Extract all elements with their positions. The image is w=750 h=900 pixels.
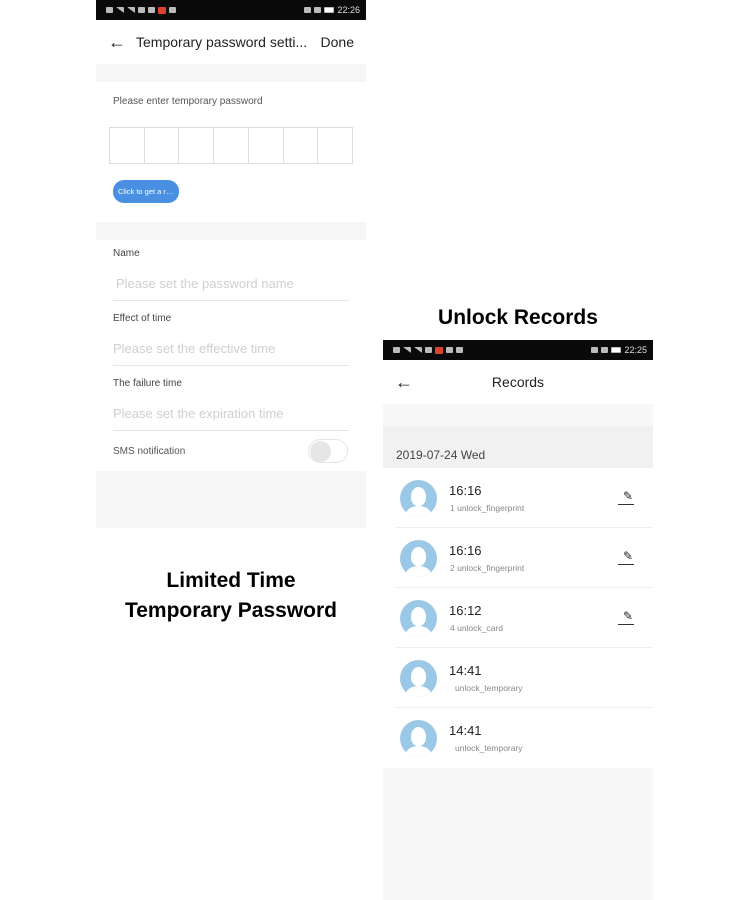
signal-icon — [116, 7, 124, 13]
eye-icon — [591, 347, 599, 353]
password-digit-box[interactable] — [145, 128, 180, 163]
record-time: 14:41 — [449, 723, 482, 738]
sms-notification-row: SMS notification — [113, 431, 349, 471]
wifi-icon — [138, 7, 145, 13]
chat-icon — [148, 7, 155, 13]
record-item[interactable]: 16:16 1 unlock_fingerprint ✎ — [383, 468, 653, 528]
temporary-password-screen: 22:26 ← Temporary password setti... Done… — [96, 0, 366, 560]
date-header: 2019-07-24 Wed — [383, 426, 653, 468]
status-icons-left — [106, 6, 176, 14]
records-list: 16:16 1 unlock_fingerprint ✎ 16:16 2 unl… — [383, 468, 653, 768]
chat-icon — [446, 347, 453, 353]
battery-icon — [611, 347, 622, 353]
nav-bar: ← Temporary password setti... Done — [96, 20, 366, 64]
password-input-boxes[interactable] — [109, 127, 353, 164]
avatar — [400, 599, 437, 637]
caption-line-2: Temporary Password — [124, 599, 338, 622]
record-time: 16:16 — [449, 483, 482, 498]
page-title: Temporary password setti... — [136, 34, 308, 50]
name-label: Name — [113, 248, 140, 259]
password-digit-box[interactable] — [214, 128, 249, 163]
password-digit-box[interactable] — [284, 128, 319, 163]
section-divider — [96, 64, 366, 82]
password-section: Please enter temporary password Click to… — [96, 82, 366, 222]
failure-time-label: The failure time — [113, 378, 182, 389]
password-digit-box[interactable] — [179, 128, 215, 163]
mail-icon — [435, 346, 443, 354]
edit-icon[interactable]: ✎ — [617, 550, 637, 566]
caption-unlock-records: Unlock Records — [438, 306, 598, 329]
status-bar: 22:26 — [96, 0, 366, 20]
record-item[interactable]: 16:12 4 unlock_card ✎ — [383, 588, 653, 648]
edit-icon[interactable]: ✎ — [617, 610, 637, 626]
sim-icon — [106, 7, 113, 13]
app-icon — [169, 7, 176, 13]
record-detail: 2 unlock_fingerprint — [450, 563, 525, 573]
status-icons-left — [393, 346, 463, 354]
record-time: 14:41 — [449, 663, 482, 678]
record-detail: 4 unlock_card — [450, 623, 503, 633]
record-detail: unlock_temporary — [455, 683, 523, 693]
random-password-button[interactable]: Click to get a ran... — [113, 180, 179, 203]
settings-section: Name Effect of time The failure time SMS… — [96, 240, 366, 471]
signal-icon — [414, 347, 422, 353]
empty-area — [96, 471, 366, 528]
record-item[interactable]: 14:41 unlock_temporary — [383, 708, 653, 768]
status-icons-right: 22:26 — [304, 5, 360, 15]
page-title: Records — [491, 374, 545, 390]
app-icon — [456, 347, 463, 353]
password-prompt: Please enter temporary password — [113, 96, 263, 107]
record-detail: 1 unlock_fingerprint — [450, 503, 525, 513]
caption-line-1: Limited Time — [166, 569, 296, 592]
record-time: 16:12 — [449, 603, 482, 618]
avatar — [400, 539, 437, 577]
mail-icon — [158, 6, 166, 14]
nav-bar: ← Records — [383, 360, 653, 404]
effective-time-input[interactable] — [113, 324, 349, 366]
status-bar: 22:25 — [383, 340, 653, 360]
status-icons-right: 22:25 — [591, 345, 647, 355]
eye-icon — [304, 7, 312, 13]
record-time: 16:16 — [449, 543, 482, 558]
status-time: 22:26 — [337, 5, 360, 15]
arrow-left-icon[interactable]: ← — [395, 372, 423, 393]
wifi-icon — [425, 347, 432, 353]
battery-icon — [324, 7, 335, 13]
record-item[interactable]: 14:41 unlock_temporary — [383, 648, 653, 708]
avatar — [400, 479, 437, 517]
record-detail: unlock_temporary — [455, 743, 523, 753]
password-name-input[interactable] — [113, 259, 349, 301]
password-digit-box[interactable] — [110, 128, 145, 163]
alarm-icon — [314, 7, 322, 13]
status-time: 22:25 — [624, 345, 647, 355]
edit-icon[interactable]: ✎ — [617, 490, 637, 506]
signal-icon — [403, 347, 411, 353]
sim-icon — [393, 347, 400, 353]
toggle-knob — [310, 441, 331, 462]
password-digit-box[interactable] — [249, 128, 284, 163]
password-digit-box[interactable] — [318, 128, 352, 163]
expiration-time-input[interactable] — [113, 389, 349, 431]
alarm-icon — [601, 347, 609, 353]
avatar — [400, 659, 437, 697]
done-button[interactable]: Done — [321, 34, 354, 50]
records-screen: 22:25 ← Records 2019-07-24 Wed 16:16 1 u… — [383, 340, 653, 900]
caption-limited-time: Limited Time Temporary Password — [96, 566, 366, 626]
signal-icon — [127, 7, 135, 13]
arrow-left-icon[interactable]: ← — [108, 32, 136, 53]
section-divider — [96, 222, 366, 240]
record-item[interactable]: 16:16 2 unlock_fingerprint ✎ — [383, 528, 653, 588]
effective-time-label: Effect of time — [113, 313, 172, 324]
sms-notification-toggle[interactable] — [308, 439, 348, 463]
sms-notification-label: SMS notification — [113, 445, 186, 457]
avatar — [400, 719, 437, 757]
